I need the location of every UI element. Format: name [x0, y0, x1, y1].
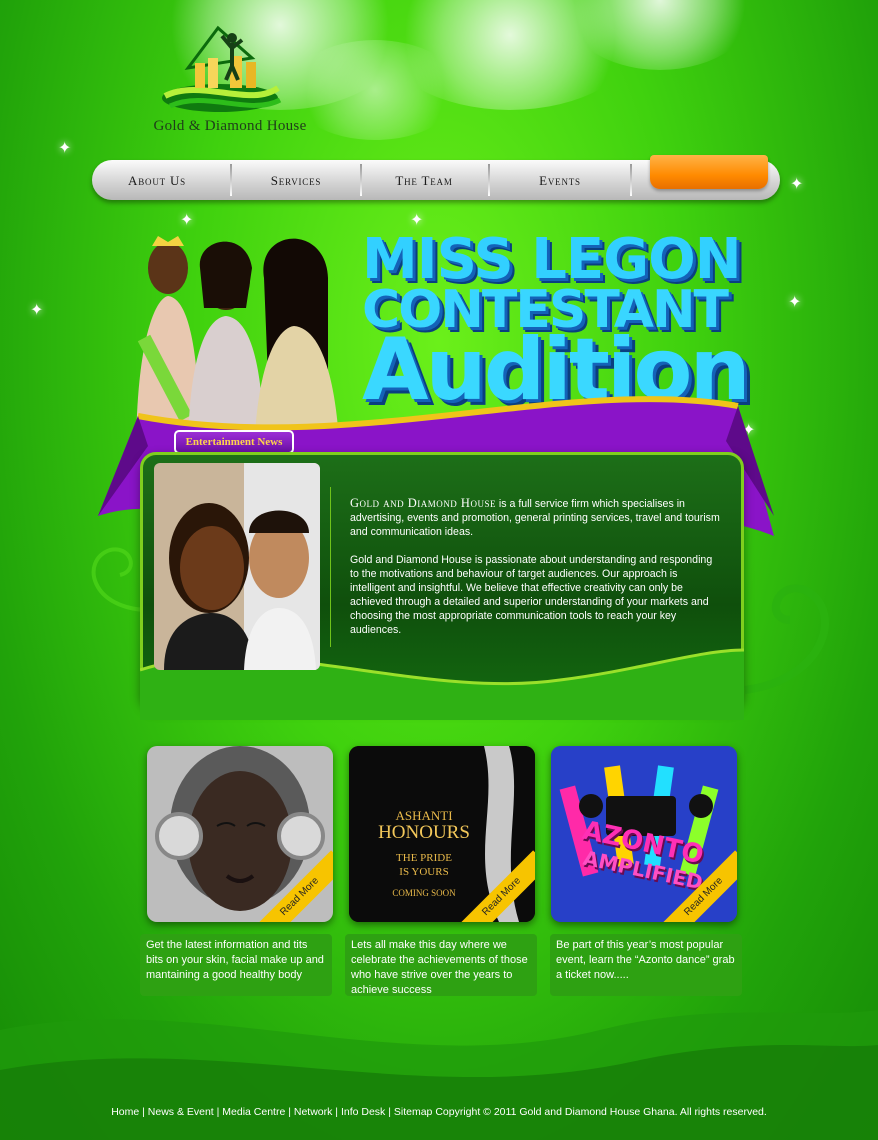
about-paragraph-2: Gold and Diamond House is passionate abo…	[350, 554, 713, 636]
sparkle-icon: ✦	[790, 176, 804, 193]
card-image-azonto-amplified[interactable]: AZONTO AMPLIFIED Read More	[551, 746, 737, 922]
swirl-decoration	[744, 584, 829, 694]
sparkle-icon: ✦	[58, 140, 72, 157]
card-caption: Get the latest information and tits bits…	[140, 934, 332, 996]
tab-entertainment-news[interactable]: Entertainment News	[174, 430, 294, 454]
copyright-text: Copyright © 2011 Gold and Diamond House …	[435, 1106, 767, 1118]
card-image-beauty[interactable]: Read More	[147, 746, 333, 922]
company-name: Gold and Diamond House	[350, 496, 496, 510]
card-caption: Lets all make this day where we celebrat…	[345, 934, 537, 996]
nav-divider	[230, 164, 232, 196]
card-caption: Be part of this year’s most popular even…	[550, 934, 742, 996]
nav-divider	[630, 164, 632, 196]
nav-item-services[interactable]: Services	[234, 160, 358, 200]
poster-coming-soon: COMING SOON	[392, 888, 456, 898]
brand-name: Gold & Diamond House	[153, 118, 307, 134]
footer-link-media-centre[interactable]: Media Centre	[222, 1106, 285, 1118]
panel-divider	[330, 487, 331, 647]
sparkle-icon: ✦	[180, 212, 194, 229]
logo[interactable]: Gold & Diamond House	[130, 18, 330, 138]
footer: Home | News & Event | Media Centre | Net…	[111, 1106, 767, 1118]
poster-is-yours: IS YOURS	[399, 866, 449, 878]
sparkle-icon: ✦	[30, 302, 44, 319]
footer-link-home[interactable]: Home	[111, 1106, 139, 1118]
poster-the-pride: THE PRIDE	[396, 852, 452, 864]
footer-link-network[interactable]: Network	[294, 1106, 333, 1118]
footer-link-news-event[interactable]: News & Event	[148, 1106, 214, 1118]
about-paragraph-1: Gold and Diamond House is a full service…	[350, 496, 722, 539]
nav-item-the-team[interactable]: The Team	[362, 160, 486, 200]
main-nav: About Us Services The Team Events	[92, 155, 780, 200]
about-text: Gold and Diamond House is a full service…	[350, 496, 722, 651]
poster-honours: HONOURS	[378, 822, 470, 843]
featured-photo	[154, 463, 320, 670]
nav-item-events[interactable]: Events	[490, 160, 630, 200]
card-image-ashanti-honours[interactable]: ASHANTI HONOURS THE PRIDE IS YOURS COMIN…	[349, 746, 535, 922]
sparkle-icon: ✦	[788, 294, 802, 311]
footer-link-info-desk[interactable]: Info Desk	[341, 1106, 385, 1118]
footer-link-sitemap[interactable]: Sitemap	[394, 1106, 433, 1118]
nav-highlight-tab[interactable]	[650, 155, 768, 189]
logo-emblem-icon	[162, 25, 282, 112]
nav-item-about-us[interactable]: About Us	[92, 160, 222, 200]
